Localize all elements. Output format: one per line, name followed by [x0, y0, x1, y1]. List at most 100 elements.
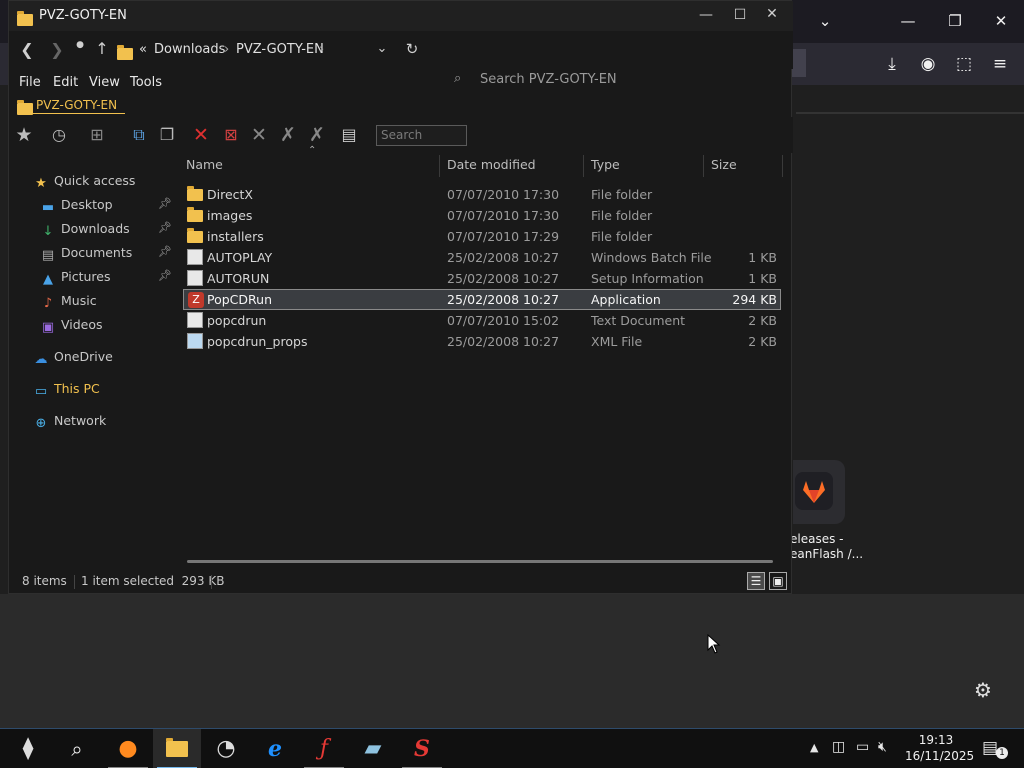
- details-view-button[interactable]: ☰: [747, 572, 765, 590]
- address-bar[interactable]: [792, 49, 806, 77]
- large-icons-view-button[interactable]: ▣: [769, 572, 787, 590]
- file-row[interactable]: images 07/07/2010 17:30 File folder: [183, 205, 781, 226]
- network-tray-icon[interactable]: ▭: [856, 739, 869, 755]
- file-row[interactable]: popcdrun_props 25/02/2008 10:27 XML File…: [183, 331, 781, 352]
- column-header-date-modified[interactable]: Date modified: [447, 157, 536, 172]
- volume-muted-icon[interactable]: 🔇︎: [878, 739, 887, 755]
- settings-gear-icon[interactable]: ⚙: [974, 678, 992, 702]
- menu-edit[interactable]: Edit: [53, 75, 78, 90]
- menu-tools[interactable]: Tools: [130, 75, 162, 90]
- speedtest-icon[interactable]: ◔: [202, 729, 250, 768]
- red-s-app-icon[interactable]: S: [398, 729, 446, 768]
- legacy-search-input[interactable]: Search: [376, 125, 467, 146]
- notepad-icon[interactable]: ▰: [349, 729, 397, 768]
- browser-minimize-button[interactable]: —: [893, 9, 923, 33]
- move-to-icon[interactable]: ❐: [155, 123, 179, 147]
- back-button[interactable]: ❮: [16, 40, 38, 59]
- address-history-chevron-icon[interactable]: ⌄: [371, 41, 393, 56]
- up-button[interactable]: ↑: [91, 39, 113, 58]
- sidebar-item-label: Music: [61, 293, 97, 308]
- file-row[interactable]: popcdrun 07/07/2010 15:02 Text Document …: [183, 310, 781, 331]
- favorites-star-icon[interactable]: ★: [12, 123, 36, 147]
- file-size: 2 KB: [748, 313, 777, 328]
- browser-close-button[interactable]: ✕: [986, 9, 1016, 33]
- delete-icon[interactable]: ✕: [189, 123, 213, 147]
- status-divider: [211, 575, 212, 589]
- windows-flag-icon[interactable]: ⊞: [85, 123, 109, 147]
- sidebar-item-pictures[interactable]: ▲ Pictures 📌︎: [40, 269, 172, 291]
- account-icon[interactable]: ◉: [916, 52, 940, 76]
- sidebar-item-downloads[interactable]: ↓ Downloads 📌︎: [40, 221, 172, 243]
- extensions-icon[interactable]: ⬚: [952, 52, 976, 76]
- column-header-name[interactable]: Name: [186, 157, 223, 172]
- history-clock-icon[interactable]: ◷: [47, 123, 71, 147]
- sidebar-item-onedrive[interactable]: ☁ OneDrive: [33, 349, 113, 371]
- column-separator[interactable]: [703, 155, 704, 177]
- sidebar-item-quick-access[interactable]: ★ Quick access: [33, 173, 135, 195]
- content-divider: [796, 112, 1024, 114]
- tray-overflow-chevron-icon[interactable]: ▲: [810, 741, 818, 754]
- gitlab-icon: [795, 472, 833, 510]
- close-button[interactable]: ✕: [757, 6, 787, 22]
- mouse-cursor-icon: [707, 634, 721, 654]
- column-separator[interactable]: [583, 155, 584, 177]
- menu-view[interactable]: View: [89, 75, 120, 90]
- delete-window-icon[interactable]: ⊠: [219, 123, 243, 147]
- start-icon[interactable]: ⧫: [4, 729, 52, 768]
- search-icon[interactable]: ⌕: [53, 729, 101, 768]
- tab-list-chevron-icon[interactable]: ⌄: [810, 9, 840, 33]
- column-header-size[interactable]: Size: [711, 157, 737, 172]
- sidebar-item-music[interactable]: ♪ Music: [40, 293, 97, 315]
- file-name: installers: [207, 229, 264, 244]
- sidebar-item-desktop[interactable]: ▬ Desktop 📌︎: [40, 197, 172, 219]
- music-icon: ♪: [43, 296, 53, 311]
- sidebar-item-label: Network: [54, 413, 107, 428]
- shortcut-tile[interactable]: [793, 460, 845, 524]
- sidebar-item-label: OneDrive: [54, 349, 113, 364]
- browser-restore-button[interactable]: ❐: [940, 9, 970, 33]
- clock-time: 19:13: [918, 733, 954, 747]
- forward-button[interactable]: ❯: [46, 40, 68, 59]
- file-date: 07/07/2010 17:29: [447, 229, 560, 244]
- horizontal-scrollbar[interactable]: [187, 560, 773, 563]
- view-options-icon[interactable]: ▤: [337, 123, 361, 147]
- minimize-button[interactable]: —: [691, 7, 721, 23]
- downloads-icon[interactable]: ⤓: [880, 52, 904, 76]
- file-row-selected[interactable]: Z PopCDRun 25/02/2008 10:27 Application …: [183, 289, 781, 310]
- breadcrumb-downloads[interactable]: Downloads: [154, 42, 225, 57]
- recent-locations-icon[interactable]: ●: [69, 40, 91, 50]
- internet-explorer-icon[interactable]: e: [251, 729, 299, 768]
- copy-to-icon[interactable]: ⧉: [127, 123, 151, 147]
- breadcrumb-overflow[interactable]: «: [139, 42, 147, 57]
- sidebar-item-videos[interactable]: ▣ Videos: [40, 317, 103, 339]
- menu-icon[interactable]: ≡: [988, 52, 1012, 76]
- breadcrumb-current[interactable]: PVZ-GOTY-EN: [236, 42, 324, 57]
- clock[interactable]: 19:13 16/11/2025: [905, 732, 974, 764]
- sidebar-item-network[interactable]: ⊕ Network: [33, 413, 107, 435]
- file-date: 07/07/2010 17:30: [447, 208, 560, 223]
- file-explorer-icon[interactable]: [153, 729, 201, 768]
- file-row[interactable]: AUTORUN 25/02/2008 10:27 Setup Informati…: [183, 268, 781, 289]
- clear-icon[interactable]: ✗: [305, 123, 329, 147]
- column-header-type[interactable]: Type: [591, 157, 620, 172]
- column-separator[interactable]: [782, 155, 783, 177]
- cut-icon[interactable]: ✕: [247, 123, 271, 147]
- sidebar-item-this-pc[interactable]: ▭ This PC: [33, 381, 100, 403]
- sidebar-item-label: Videos: [61, 317, 103, 332]
- file-name: AUTORUN: [207, 271, 270, 286]
- menu-file[interactable]: File: [19, 75, 41, 90]
- path-tab[interactable]: PVZ-GOTY-EN: [9, 95, 793, 115]
- refresh-button[interactable]: ↻: [401, 40, 423, 58]
- sidebar-item-documents[interactable]: ▤ Documents 📌︎: [40, 245, 172, 267]
- meet-now-icon[interactable]: ◫: [832, 739, 845, 755]
- batch-file-icon: [187, 249, 203, 265]
- sidebar-item-label: This PC: [54, 381, 100, 396]
- remove-icon[interactable]: ✗: [276, 123, 300, 147]
- file-row[interactable]: AUTOPLAY 25/02/2008 10:27 Windows Batch …: [183, 247, 781, 268]
- file-row[interactable]: DirectX 07/07/2010 17:30 File folder: [183, 184, 781, 205]
- column-separator[interactable]: [439, 155, 440, 177]
- maximize-button[interactable]: ☐: [725, 7, 755, 23]
- firefox-icon[interactable]: ●: [104, 729, 152, 768]
- file-row[interactable]: installers 07/07/2010 17:29 File folder: [183, 226, 781, 247]
- flash-icon[interactable]: ƒ: [300, 729, 348, 768]
